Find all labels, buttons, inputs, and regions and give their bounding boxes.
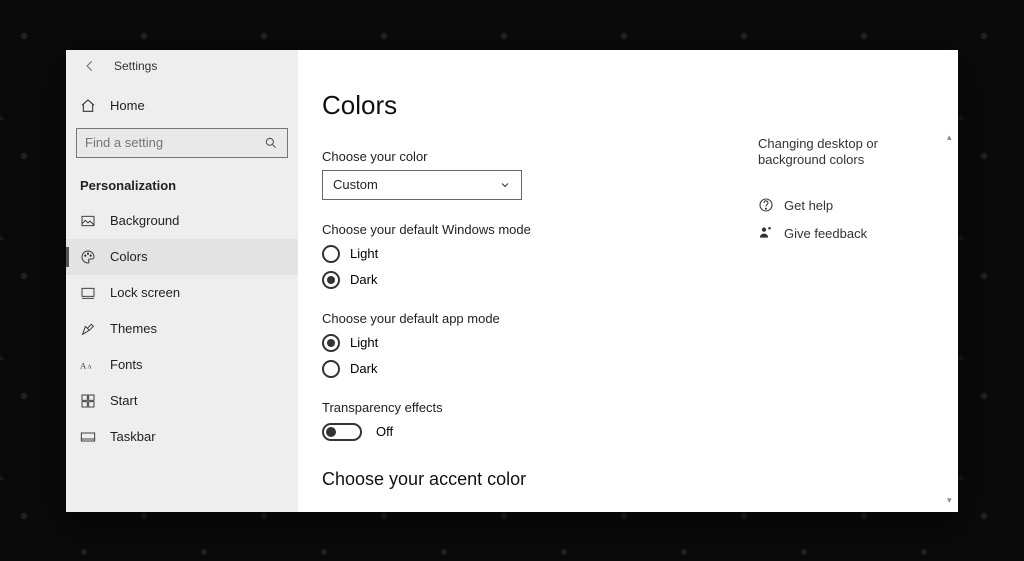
sidebar-item-label: Colors [110, 249, 148, 264]
help-icon [758, 197, 774, 213]
dropdown-value: Custom [333, 177, 378, 192]
sidebar: Home Personalization ︿ Background [66, 50, 298, 512]
app-mode-label: Choose your default app mode [322, 311, 762, 326]
sidebar-item-start[interactable]: Start [66, 383, 298, 419]
home-icon [80, 98, 96, 114]
windows-mode-light[interactable]: Light [322, 245, 762, 263]
radio-icon-selected [322, 271, 340, 289]
home-label: Home [110, 98, 145, 113]
transparency-label: Transparency effects [322, 400, 762, 415]
windows-mode-dark[interactable]: Dark [322, 271, 762, 289]
link-label: Give feedback [784, 226, 867, 241]
sidebar-item-label: Fonts [110, 357, 143, 372]
radio-label: Light [350, 335, 378, 350]
search-icon [263, 135, 279, 151]
radio-icon [322, 360, 340, 378]
chevron-down-icon [499, 179, 511, 191]
home-button[interactable]: Home [66, 90, 298, 122]
give-feedback-link[interactable]: Give feedback [758, 225, 938, 241]
sidebar-item-fonts[interactable]: AA Fonts [66, 347, 298, 383]
svg-text:A: A [87, 364, 92, 370]
windows-mode-label: Choose your default Windows mode [322, 222, 762, 237]
sidebar-item-lockscreen[interactable]: Lock screen [66, 275, 298, 311]
back-button[interactable] [66, 50, 114, 82]
sidebar-item-label: Background [110, 213, 179, 228]
scrollbar[interactable]: ▴ ▾ [950, 134, 954, 504]
radio-icon [322, 245, 340, 263]
picture-icon [80, 213, 96, 229]
sidebar-item-label: Lock screen [110, 285, 180, 300]
window-title: Settings [114, 59, 157, 73]
search-input[interactable] [85, 135, 263, 150]
app-mode-dark[interactable]: Dark [322, 360, 762, 378]
scroll-up-icon[interactable]: ▴ [947, 132, 952, 143]
lockscreen-icon [80, 285, 96, 301]
svg-text:A: A [80, 360, 87, 370]
sidebar-item-colors[interactable]: Colors [66, 239, 298, 275]
sidebar-item-taskbar[interactable]: Taskbar [66, 419, 298, 455]
radio-icon-selected [322, 334, 340, 352]
page-title: Colors [322, 90, 958, 121]
radio-label: Light [350, 246, 378, 261]
right-column: Changing desktop or background colors Ge… [758, 136, 938, 254]
sidebar-item-themes[interactable]: Themes [66, 311, 298, 347]
themes-icon [80, 321, 96, 337]
search-wrap [66, 122, 298, 164]
sidebar-item-background[interactable]: Background [66, 203, 298, 239]
category-label: Personalization [66, 164, 298, 203]
scroll-down-icon[interactable]: ▾ [947, 495, 952, 506]
content-section: Choose your color Custom Choose your def… [322, 149, 762, 490]
choose-color-label: Choose your color [322, 149, 762, 164]
transparency-row: Off [322, 423, 762, 441]
feedback-icon [758, 225, 774, 241]
sidebar-item-label: Taskbar [110, 429, 156, 444]
taskbar-icon [80, 429, 96, 445]
fonts-icon: AA [80, 357, 96, 373]
link-label: Get help [784, 198, 833, 213]
transparency-toggle[interactable] [322, 423, 362, 441]
get-help-link[interactable]: Get help [758, 197, 938, 213]
palette-icon [80, 249, 96, 265]
main-content: Colors Choose your color Custom Choose y… [298, 50, 958, 512]
radio-label: Dark [350, 272, 377, 287]
toggle-state: Off [376, 424, 393, 439]
app-mode-light[interactable]: Light [322, 334, 762, 352]
search-input-container[interactable] [76, 128, 288, 158]
accent-title: Choose your accent color [322, 469, 762, 490]
color-mode-dropdown[interactable]: Custom [322, 170, 522, 200]
radio-label: Dark [350, 361, 377, 376]
sidebar-item-label: Start [110, 393, 137, 408]
start-icon [80, 393, 96, 409]
related-hint[interactable]: Changing desktop or background colors [758, 136, 938, 170]
sidebar-item-label: Themes [110, 321, 157, 336]
nav-list: Background Colors Lock screen Themes [66, 203, 298, 455]
settings-window: Settings Home [66, 50, 958, 512]
